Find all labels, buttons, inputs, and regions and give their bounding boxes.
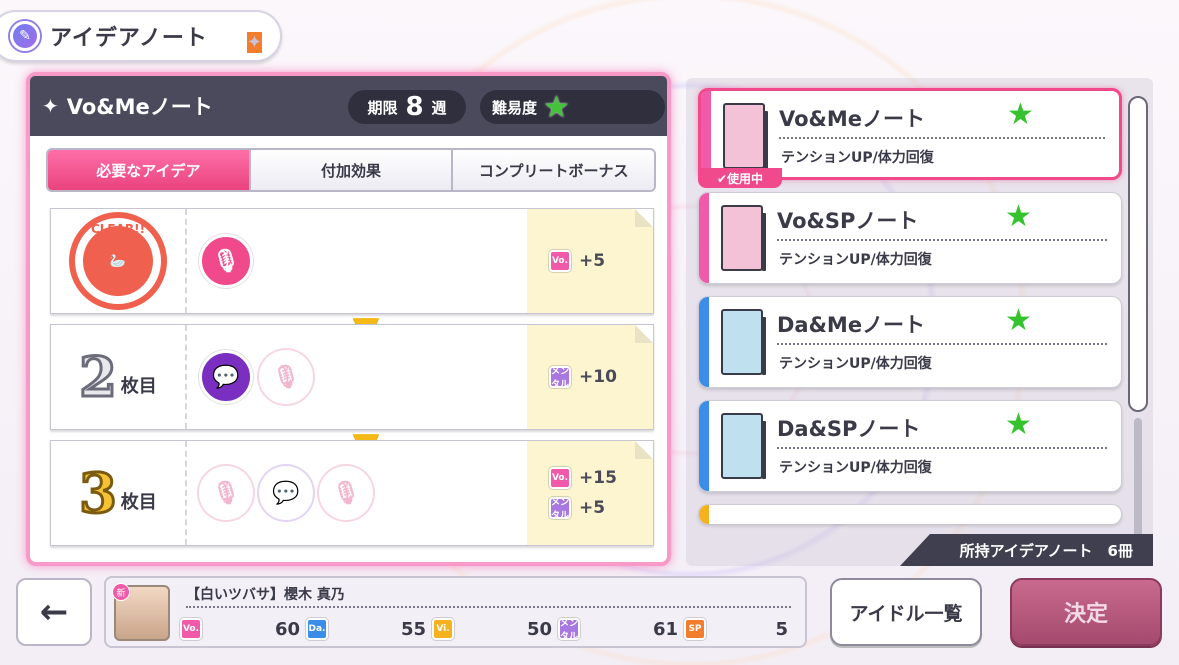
note-card-title: Da&SPノート: [777, 417, 921, 441]
selected-idol-panel: 新 【白いツバサ】櫻木 真乃 Vo. 60 Da. 55 Vi. 50 メンタル 61 …: [104, 576, 807, 648]
new-badge-icon: 新: [112, 583, 130, 601]
vocal-icon: Vo.: [549, 250, 571, 272]
note-book-icon: [723, 103, 768, 169]
tab-required-ideas[interactable]: 必要なアイデア: [48, 150, 251, 190]
note-list[interactable]: Vo&Meノート ★ テンションUP/体力回復 ✔使用中 Vo&SPノート ★ …: [686, 78, 1153, 566]
note-name: Vo&Meノート: [66, 95, 213, 119]
difficulty-badge: 難易度 ★: [480, 89, 665, 125]
dance-icon: Da.: [306, 618, 328, 640]
star-icon: ★: [1005, 303, 1032, 338]
note-detail-panel: ✦ Vo&Meノート 期限 8 週 難易度 ★ 必要なアイデア 付加効果 コンプ…: [26, 72, 671, 566]
visual-icon: Vi.: [432, 618, 454, 640]
mental-icon: メンタル: [558, 618, 580, 642]
screen-title: アイデアノート: [50, 26, 208, 51]
star-icon: ★: [1005, 407, 1032, 442]
row-bonus: Vo. +15 メンタル +5: [527, 441, 653, 545]
note-card-title: Da&Meノート: [777, 313, 926, 337]
stat-value: 50: [526, 618, 552, 640]
arrow-left-icon: ←: [39, 592, 69, 632]
note-card-desc: テンションUP/体力回復: [781, 150, 934, 166]
note-book-icon: [721, 309, 766, 375]
avatar: 新: [112, 583, 170, 641]
deadline-badge: 期限 8 週: [348, 90, 466, 124]
note-card-da-me[interactable]: Da&Meノート ★ テンションUP/体力回復: [698, 296, 1122, 388]
tab-extra-effects[interactable]: 付加効果: [250, 150, 454, 190]
scrollbar-track[interactable]: [1134, 418, 1142, 538]
swan-emblem-icon: 🦢: [83, 226, 153, 296]
note-card-title: Vo&SPノート: [777, 209, 919, 233]
mental-icon: メンタル: [549, 497, 571, 521]
bonus-value: +5: [579, 498, 606, 518]
order-label: 2 枚目: [78, 345, 157, 409]
note-card-title: Vo&Meノート: [779, 107, 925, 131]
note-card-vo-sp[interactable]: Vo&SPノート ★ テンションUP/体力回復: [698, 192, 1122, 284]
row-bonus: Vo. +5: [527, 209, 653, 313]
talk-idea-icon-empty: 💬: [259, 466, 313, 520]
vocal-mic-idea-icon-empty: 🎙: [199, 466, 253, 520]
note-card-desc: テンションUP/体力回復: [779, 356, 932, 372]
idea-row-2: 2 枚目 💬 🎙 メンタル +10: [50, 324, 654, 430]
idol-stats: Vo. 60 Da. 55 Vi. 50 メンタル 61 SP 5: [180, 618, 794, 642]
row-bonus: メンタル +10: [527, 325, 653, 429]
detail-tabs: 必要なアイデア 付加効果 コンプリートボーナス: [46, 148, 656, 192]
deadline-unit: 週: [431, 98, 447, 117]
note-header: ✦ Vo&Meノート 期限 8 週 難易度 ★: [30, 76, 667, 136]
note-book-icon: [721, 205, 766, 271]
vocal-icon: Vo.: [549, 467, 571, 489]
vocal-mic-idea-icon-empty: 🎙: [319, 466, 373, 520]
idol-name: 【白いツバサ】櫻木 真乃: [186, 587, 345, 603]
note-card-desc: テンションUP/体力回復: [779, 252, 932, 268]
vocal-icon: Vo.: [180, 618, 202, 640]
talk-idea-icon: 💬: [199, 350, 253, 404]
star-icon: ★: [543, 89, 570, 125]
bonus-value: +10: [579, 367, 617, 387]
note-card-desc: テンションUP/体力回復: [779, 460, 932, 476]
bonus-value: +5: [579, 251, 606, 271]
stat-value: 61: [652, 618, 678, 640]
back-button[interactable]: ←: [16, 578, 92, 646]
idea-note-icon: ✎: [10, 21, 40, 51]
in-use-badge: ✔使用中: [698, 168, 782, 188]
idea-row-3: 3 枚目 🎙 💬 🎙 Vo. +15 メンタル +5: [50, 440, 654, 546]
sparkle-icon: ✦: [42, 94, 59, 118]
sparkle-icon: ✦: [246, 32, 262, 53]
scrollbar-thumb[interactable]: [1128, 96, 1148, 412]
note-card-vo-me[interactable]: Vo&Meノート ★ テンションUP/体力回復: [698, 88, 1122, 180]
decide-button[interactable]: 決定: [1010, 578, 1162, 646]
sp-icon: SP: [684, 618, 706, 640]
difficulty-label: 難易度: [492, 98, 538, 117]
stat-value: 60: [274, 618, 300, 640]
star-icon: ★: [1005, 199, 1032, 234]
clear-stamp-icon: CLEAR!! 🦢: [69, 212, 167, 310]
mental-icon: メンタル: [549, 366, 571, 390]
screen-title-pill: ✎ アイデアノート ✦: [0, 10, 282, 62]
bonus-value: +15: [579, 468, 617, 488]
deadline-label: 期限: [367, 98, 398, 117]
vocal-mic-idea-icon-empty: 🎙: [259, 350, 313, 404]
deadline-value: 8: [405, 92, 424, 122]
star-icon: ★: [1007, 97, 1034, 132]
owned-notes-count: 所持アイデアノート 6冊: [900, 534, 1153, 566]
idea-row-1: CLEAR!! 🦢 🎙 Vo. +5: [50, 208, 654, 314]
tab-complete-bonus[interactable]: コンプリートボーナス: [453, 150, 654, 190]
idol-list-button[interactable]: アイドル一覧: [830, 578, 982, 646]
stat-value: 5: [775, 618, 788, 640]
vocal-mic-idea-icon: 🎙: [199, 234, 253, 288]
stat-value: 55: [400, 618, 426, 640]
note-card-da-sp[interactable]: Da&SPノート ★ テンションUP/体力回復: [698, 400, 1122, 492]
note-book-icon: [721, 413, 766, 479]
note-card-partial[interactable]: [698, 504, 1122, 524]
order-label: 3 枚目: [78, 461, 157, 525]
